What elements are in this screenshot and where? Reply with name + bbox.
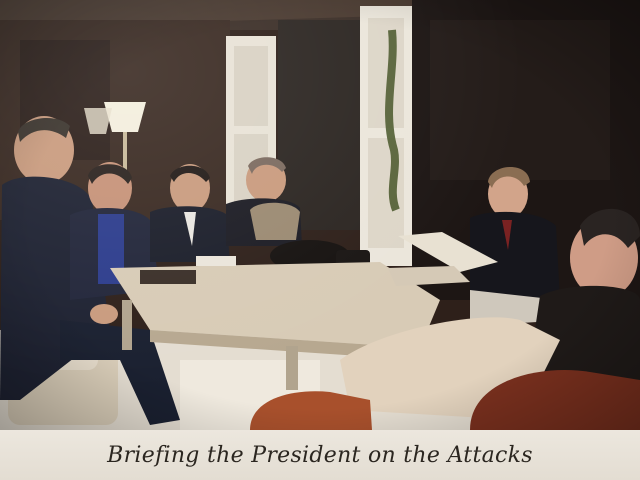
photo-illustration: [0, 0, 640, 430]
photo-caption: Briefing the President on the Attacks: [107, 442, 533, 468]
caption-bar: Briefing the President on the Attacks: [0, 430, 640, 480]
meeting-photograph: [0, 0, 640, 430]
